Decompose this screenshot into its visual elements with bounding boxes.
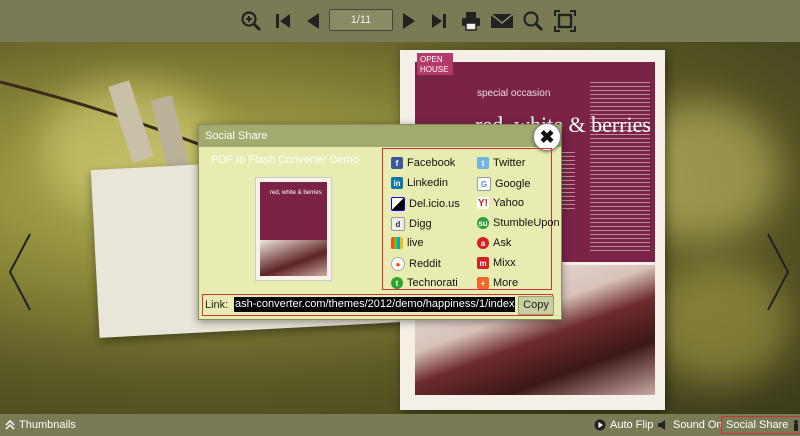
thumbnails-label: Thumbnails bbox=[19, 419, 76, 431]
first-page-icon[interactable] bbox=[270, 8, 296, 34]
reddit-icon: ● bbox=[391, 257, 405, 271]
book-thumbnail: red, white & berries bbox=[255, 177, 332, 281]
search-icon[interactable] bbox=[520, 8, 546, 34]
prev-flip-arrow-icon[interactable] bbox=[6, 232, 34, 312]
social-share-dialog: Social Share ✖ PDF to Flash Converter De… bbox=[198, 123, 562, 320]
share-label: Facebook bbox=[407, 157, 456, 169]
page-indicator[interactable]: 1/11 bbox=[329, 9, 393, 31]
share-label: Twitter bbox=[493, 157, 526, 169]
dialog-title-bar[interactable]: Social Share bbox=[199, 125, 561, 147]
share-label: Mixx bbox=[493, 257, 516, 269]
google-icon: G bbox=[477, 177, 491, 191]
share-yahoo[interactable]: Y! Yahoo bbox=[477, 197, 524, 209]
close-button[interactable]: ✖ bbox=[533, 123, 561, 151]
share-twitter[interactable]: t Twitter bbox=[477, 157, 525, 169]
link-label: Link: bbox=[205, 299, 229, 311]
share-label: Linkedin bbox=[407, 177, 448, 189]
zoom-in-icon[interactable] bbox=[238, 8, 264, 34]
share-mixx[interactable]: m Mixx bbox=[477, 257, 516, 269]
share-delicious[interactable]: Del.icio.us bbox=[391, 197, 460, 211]
twitter-icon: t bbox=[477, 157, 489, 169]
share-live[interactable]: live bbox=[391, 237, 424, 249]
share-links-panel: f Facebook in Linkedin Del.icio.us d Dig… bbox=[382, 148, 560, 290]
share-label: live bbox=[407, 237, 424, 249]
share-label: Yahoo bbox=[493, 197, 524, 209]
mixx-icon: m bbox=[477, 257, 489, 269]
thumbnails-button[interactable]: Thumbnails bbox=[5, 419, 76, 431]
share-label: Del.icio.us bbox=[409, 198, 460, 210]
magazine-badge: OPEN HOUSE bbox=[417, 53, 453, 75]
digg-icon: d bbox=[391, 217, 405, 231]
share-ask[interactable]: a Ask bbox=[477, 237, 511, 249]
linkedin-icon: in bbox=[391, 177, 403, 189]
yahoo-icon: Y! bbox=[477, 197, 489, 209]
share-label: Reddit bbox=[409, 258, 441, 270]
more-icon: + bbox=[477, 277, 489, 289]
fullscreen-icon[interactable] bbox=[552, 8, 578, 34]
book-name: PDF to Flash Converter Demo bbox=[211, 154, 359, 166]
share-facebook[interactable]: f Facebook bbox=[391, 157, 455, 169]
share-label: More bbox=[493, 277, 519, 289]
share-label: Ask bbox=[493, 237, 512, 249]
live-icon bbox=[391, 237, 403, 249]
share-reddit[interactable]: ● Reddit bbox=[391, 257, 441, 271]
social-share-button[interactable]: Social Share bbox=[721, 416, 800, 434]
next-flip-arrow-icon[interactable] bbox=[764, 232, 792, 312]
dialog-title: Social Share bbox=[205, 130, 268, 142]
sound-button[interactable]: Sound On bbox=[657, 419, 723, 431]
close-icon: ✖ bbox=[539, 126, 555, 147]
technorati-icon: t bbox=[391, 277, 403, 289]
top-toolbar: 1/11 bbox=[0, 0, 800, 42]
thumbnail-title: red, white & berries bbox=[270, 190, 322, 196]
last-page-icon[interactable] bbox=[426, 8, 452, 34]
prev-page-icon[interactable] bbox=[300, 8, 326, 34]
share-label: Google bbox=[495, 178, 531, 190]
facebook-icon: f bbox=[391, 157, 403, 169]
share-digg[interactable]: d Digg bbox=[391, 217, 432, 231]
bottom-bar: Thumbnails Auto Flip Sound On Social Sha… bbox=[0, 414, 800, 436]
print-icon[interactable] bbox=[458, 8, 484, 34]
auto-flip-label: Auto Flip bbox=[610, 419, 654, 431]
email-icon[interactable] bbox=[489, 8, 515, 34]
ask-icon: a bbox=[477, 237, 489, 249]
delicious-icon bbox=[391, 197, 405, 211]
stumbleupon-icon: su bbox=[477, 217, 489, 229]
speaker-icon bbox=[658, 420, 665, 430]
share-technorati[interactable]: t Technorati bbox=[391, 277, 458, 289]
sound-label: Sound On bbox=[673, 419, 723, 431]
share-people-icon bbox=[794, 420, 799, 431]
auto-flip-button[interactable]: Auto Flip bbox=[594, 419, 653, 431]
share-more[interactable]: + More bbox=[477, 277, 518, 289]
share-label: Digg bbox=[409, 218, 432, 230]
share-label: StumbleUpon bbox=[493, 217, 560, 229]
link-row: Link: ash-converter.com/themes/2012/demo… bbox=[202, 294, 554, 316]
next-page-icon[interactable] bbox=[396, 8, 422, 34]
share-label: Technorati bbox=[407, 277, 458, 289]
copy-button[interactable]: Copy bbox=[518, 296, 554, 315]
share-linkedin[interactable]: in Linkedin bbox=[391, 177, 448, 189]
share-google[interactable]: G Google bbox=[477, 177, 530, 191]
social-share-label: Social Share bbox=[726, 419, 789, 431]
magazine-kicker: special occasion bbox=[477, 88, 551, 99]
share-stumbleupon[interactable]: su StumbleUpon bbox=[477, 217, 560, 229]
link-input[interactable]: ash-converter.com/themes/2012/demo/happi… bbox=[234, 297, 515, 312]
double-chevron-up-icon bbox=[5, 420, 15, 430]
play-icon bbox=[594, 419, 606, 431]
